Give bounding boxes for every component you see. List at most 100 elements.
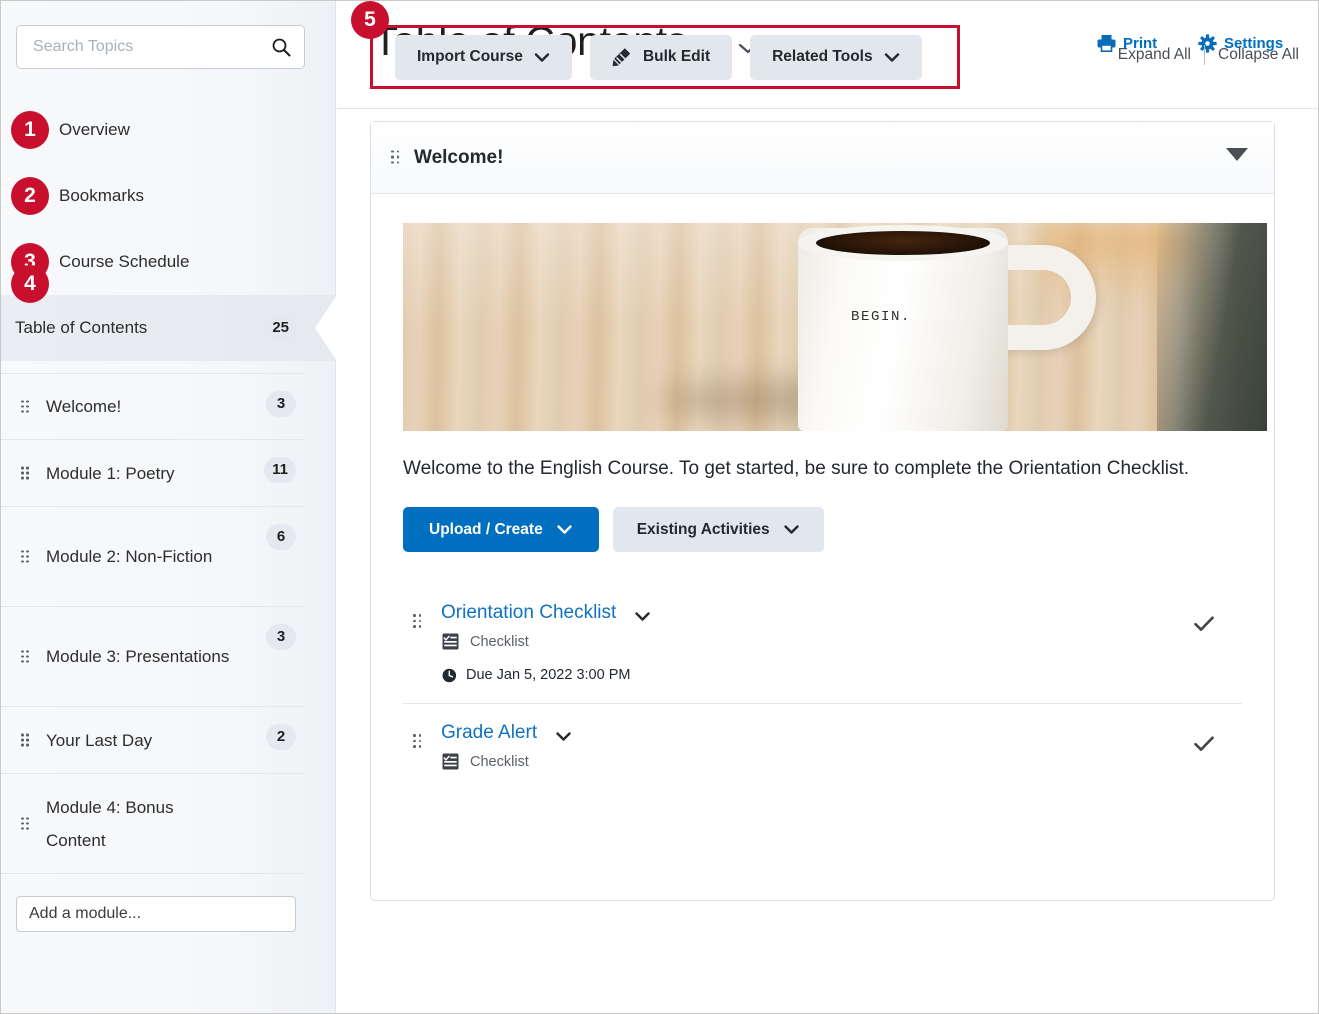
check-icon[interactable]	[1194, 736, 1214, 752]
triangle-down-icon[interactable]	[1226, 148, 1248, 161]
content-item-list: Orientation Checklist Checklist Due Jan …	[403, 584, 1242, 790]
callout-badge-4: 4	[11, 265, 49, 303]
module-count-chip: 3	[266, 624, 296, 650]
drag-handle-icon[interactable]	[21, 650, 29, 663]
module-banner-image: BEGIN.	[403, 223, 1267, 431]
content-item-type-row: Checklist	[442, 753, 1242, 770]
content-item-type-row: Checklist	[442, 633, 1242, 650]
content-item: Grade Alert Checklist	[403, 703, 1242, 790]
sidebar-item-course-schedule[interactable]: 3 Course Schedule	[1, 229, 336, 295]
module-label: Your Last Day	[46, 730, 153, 750]
active-pointer-notch	[315, 295, 337, 361]
module-row-module-4-bonus-content[interactable]: Module 4: Bonus Content	[1, 774, 304, 874]
content-item-type: Checklist	[470, 633, 529, 650]
mug-text: BEGIN.	[851, 309, 912, 325]
checklist-icon	[442, 753, 459, 770]
existing-activities-label: Existing Activities	[636, 520, 770, 538]
drag-handle-icon[interactable]	[21, 817, 29, 830]
content-item: Orientation Checklist Checklist Due Jan …	[403, 584, 1242, 703]
check-icon[interactable]	[1194, 616, 1214, 632]
callout-badge-5: 5	[351, 1, 389, 39]
checklist-icon	[442, 633, 459, 650]
content-item-title-row: Grade Alert	[441, 722, 1242, 744]
chevron-down-icon	[884, 52, 899, 62]
sidebar-item-overview[interactable]: 1 Overview	[1, 97, 336, 163]
drag-handle-icon[interactable]	[21, 550, 29, 563]
app-window: 1 Overview 2 Bookmarks 3 Course Schedule…	[0, 0, 1319, 1014]
module-row-module-3-presentations[interactable]: Module 3: Presentations 3	[1, 607, 304, 707]
chevron-down-icon	[534, 52, 550, 62]
search-input[interactable]	[17, 26, 267, 68]
link-divider	[1204, 45, 1205, 65]
related-tools-button[interactable]: Related Tools	[750, 34, 922, 80]
content-item-link[interactable]: Orientation Checklist	[441, 602, 616, 624]
sidebar-item-bookmarks[interactable]: 2 Bookmarks	[1, 163, 336, 229]
drag-handle-icon[interactable]	[21, 733, 29, 747]
module-label: Module 2: Non-Fiction	[46, 547, 213, 566]
module-count-chip: 6	[266, 524, 296, 550]
module-description: Welcome to the English Course. To get st…	[403, 458, 1190, 479]
bulk-edit-button[interactable]: Bulk Edit	[589, 34, 733, 80]
drag-handle-icon[interactable]	[21, 466, 29, 480]
module-label: Module 4: Bonus Content	[46, 797, 174, 850]
toolbar: Import Course Bulk Edit Related Tools	[370, 25, 960, 89]
import-course-button[interactable]: Import Course	[395, 34, 572, 80]
callout-badge-1: 1	[11, 111, 49, 149]
card-header[interactable]: Welcome!	[371, 122, 1274, 194]
sidebar: 1 Overview 2 Bookmarks 3 Course Schedule…	[1, 1, 337, 1013]
sidebar-item-label-overview: Overview	[59, 120, 130, 139]
card-title: Welcome!	[414, 146, 504, 168]
module-count-chip: 11	[264, 457, 296, 483]
search-icon[interactable]	[271, 37, 291, 57]
chevron-down-icon	[783, 525, 799, 534]
module-actions: Upload / Create Existing Activities	[403, 507, 1242, 552]
module-row-module-1-poetry[interactable]: Module 1: Poetry 11	[1, 440, 304, 507]
sidebar-item-table-of-contents[interactable]: 4 Table of Contents 25	[1, 265, 337, 361]
chevron-down-icon	[557, 525, 572, 534]
module-count-chip: 2	[266, 724, 296, 750]
drag-handle-icon[interactable]	[413, 614, 422, 629]
module-label: Welcome!	[46, 397, 122, 416]
add-module-input[interactable]	[16, 896, 296, 932]
module-count-chip: 3	[266, 391, 296, 417]
module-label: Module 3: Presentations	[46, 647, 230, 666]
expand-collapse-links: Expand All Collapse All	[1118, 45, 1299, 65]
drag-handle-icon[interactable]	[391, 150, 400, 165]
search-topics-box[interactable]	[16, 25, 305, 69]
upload-create-label: Upload / Create	[429, 520, 543, 538]
printer-icon	[1097, 35, 1116, 52]
sidebar-item-label-course-schedule: Course Schedule	[59, 252, 190, 271]
upload-create-button[interactable]: Upload / Create	[403, 507, 599, 552]
pencil-icon	[612, 48, 631, 67]
module-row-module-2-non-fiction[interactable]: Module 2: Non-Fiction 6	[1, 507, 304, 607]
drag-handle-icon[interactable]	[21, 400, 29, 413]
content-item-due: Due Jan 5, 2022 3:00 PM	[466, 667, 631, 683]
sidebar-nav: 1 Overview 2 Bookmarks 3 Course Schedule…	[1, 97, 337, 361]
import-course-label: Import Course	[417, 48, 523, 65]
clock-icon	[442, 668, 457, 683]
callout-badge-2: 2	[11, 177, 49, 215]
module-card-welcome: Welcome! BEGIN. Welcome to the English C…	[370, 121, 1275, 901]
existing-activities-button[interactable]: Existing Activities	[612, 507, 824, 552]
bulk-edit-label: Bulk Edit	[642, 48, 711, 65]
module-list: Welcome! 3 Module 1: Poetry 11 Module 2:…	[1, 373, 304, 874]
module-row-your-last-day[interactable]: Your Last Day 2	[1, 707, 304, 774]
content-item-type: Checklist	[470, 753, 529, 770]
coffee-surface	[816, 231, 990, 255]
sidebar-item-label-bookmarks: Bookmarks	[59, 186, 145, 205]
collapse-all-link[interactable]: Collapse All	[1218, 46, 1299, 64]
content-item-due-row: Due Jan 5, 2022 3:00 PM	[442, 667, 1242, 683]
related-tools-label: Related Tools	[772, 48, 873, 65]
drag-handle-icon[interactable]	[413, 734, 422, 749]
expand-all-link[interactable]: Expand All	[1118, 46, 1191, 64]
toc-count-chip: 25	[263, 315, 298, 341]
chevron-down-icon[interactable]	[555, 731, 572, 742]
chevron-down-icon[interactable]	[634, 611, 651, 622]
content-item-link[interactable]: Grade Alert	[441, 722, 537, 744]
module-row-welcome[interactable]: Welcome! 3	[1, 373, 304, 440]
sidebar-item-label-table-of-contents: Table of Contents	[15, 318, 148, 337]
content-item-title-row: Orientation Checklist	[441, 602, 1242, 624]
card-body: BEGIN. Welcome to the English Course. To…	[371, 194, 1274, 790]
photo-dark-edge	[1157, 223, 1267, 431]
main-content: Table of Contents Print	[337, 1, 1318, 1013]
